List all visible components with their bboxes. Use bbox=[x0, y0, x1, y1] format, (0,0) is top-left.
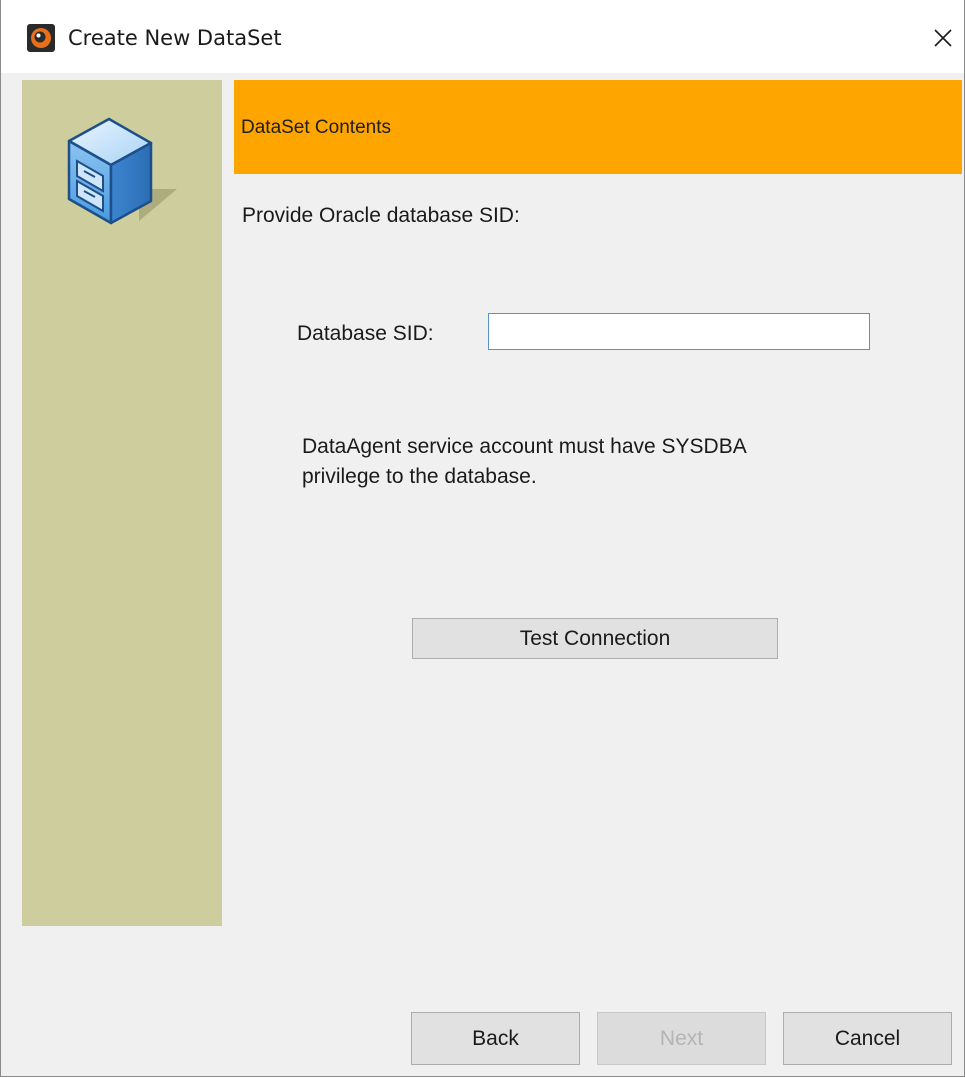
sid-prompt: Provide Oracle database SID: bbox=[242, 204, 520, 227]
file-cabinet-icon bbox=[67, 117, 177, 225]
database-sid-input[interactable] bbox=[488, 313, 870, 350]
step-title: DataSet Contents bbox=[241, 117, 391, 138]
title-bar: Create New DataSet bbox=[1, 0, 964, 73]
sysdba-note-line1: DataAgent service account must have SYSD… bbox=[302, 435, 747, 458]
database-sid-label: Database SID: bbox=[297, 322, 434, 345]
back-button[interactable]: Back bbox=[411, 1012, 580, 1065]
window-title: Create New DataSet bbox=[68, 26, 282, 50]
step-header: DataSet Contents bbox=[234, 80, 962, 174]
next-button[interactable]: Next bbox=[597, 1012, 766, 1065]
sysdba-note-line2: privilege to the database. bbox=[302, 465, 537, 488]
create-dataset-dialog: Create New DataSet DataSet Contents Prov… bbox=[0, 0, 965, 1077]
close-icon bbox=[934, 29, 952, 47]
sysdba-note: DataAgent service account must have SYSD… bbox=[302, 432, 747, 492]
cancel-button[interactable]: Cancel bbox=[783, 1012, 952, 1065]
close-button[interactable] bbox=[923, 18, 963, 58]
test-connection-button[interactable]: Test Connection bbox=[412, 618, 778, 659]
app-logo-icon bbox=[27, 24, 55, 52]
